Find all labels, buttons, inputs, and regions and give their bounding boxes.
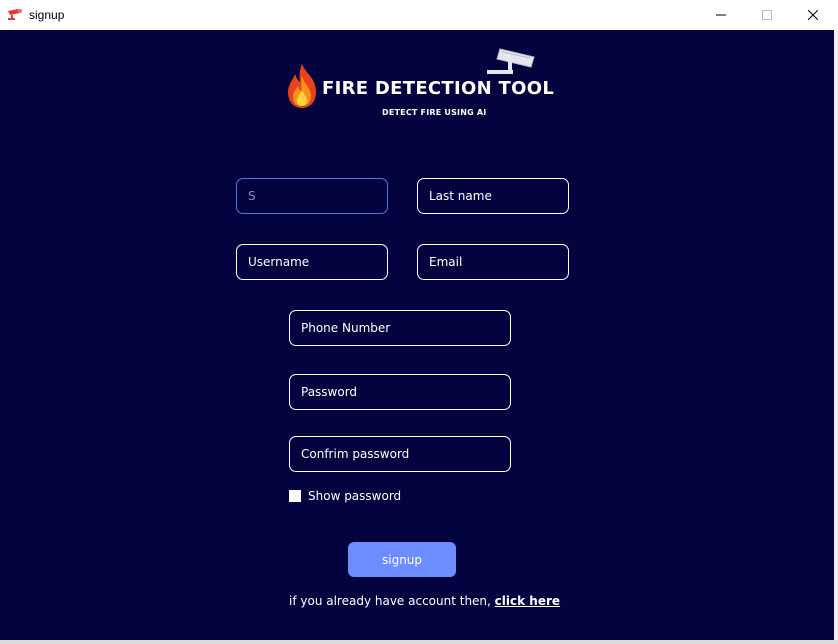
signup-panel: FIRE DETECTION TOOL DETECT FIRE USING AI… bbox=[0, 30, 834, 640]
confirm-password-input[interactable] bbox=[289, 436, 511, 472]
phone-number-input[interactable] bbox=[289, 310, 511, 346]
minimize-button[interactable] bbox=[698, 0, 744, 30]
login-prompt: if you already have account then, click … bbox=[289, 594, 560, 608]
minimize-icon bbox=[716, 14, 726, 16]
app-subtitle: DETECT FIRE USING AI bbox=[382, 108, 487, 117]
last-name-input[interactable] bbox=[417, 178, 569, 214]
show-password-checkbox[interactable] bbox=[289, 490, 301, 502]
signup-button[interactable]: signup bbox=[348, 542, 456, 577]
flame-icon bbox=[288, 64, 316, 108]
first-name-input[interactable] bbox=[236, 178, 388, 214]
login-link[interactable]: click here bbox=[495, 594, 560, 608]
security-camera-icon bbox=[487, 48, 535, 74]
app-title: FIRE DETECTION TOOL bbox=[322, 78, 555, 99]
close-icon bbox=[808, 10, 818, 20]
login-prompt-text: if you already have account then, bbox=[289, 594, 495, 608]
close-button[interactable] bbox=[790, 0, 836, 30]
email-input[interactable] bbox=[417, 244, 569, 280]
window-border-bottom bbox=[0, 640, 838, 644]
window-title: signup bbox=[29, 8, 65, 22]
username-input[interactable] bbox=[236, 244, 388, 280]
show-password-label: Show password bbox=[308, 489, 402, 503]
maximize-button[interactable] bbox=[744, 0, 790, 30]
window-border-right bbox=[834, 30, 838, 644]
password-input[interactable] bbox=[289, 374, 511, 410]
camera-icon bbox=[8, 9, 22, 20]
window-titlebar: signup bbox=[0, 0, 838, 30]
maximize-icon bbox=[762, 10, 772, 20]
